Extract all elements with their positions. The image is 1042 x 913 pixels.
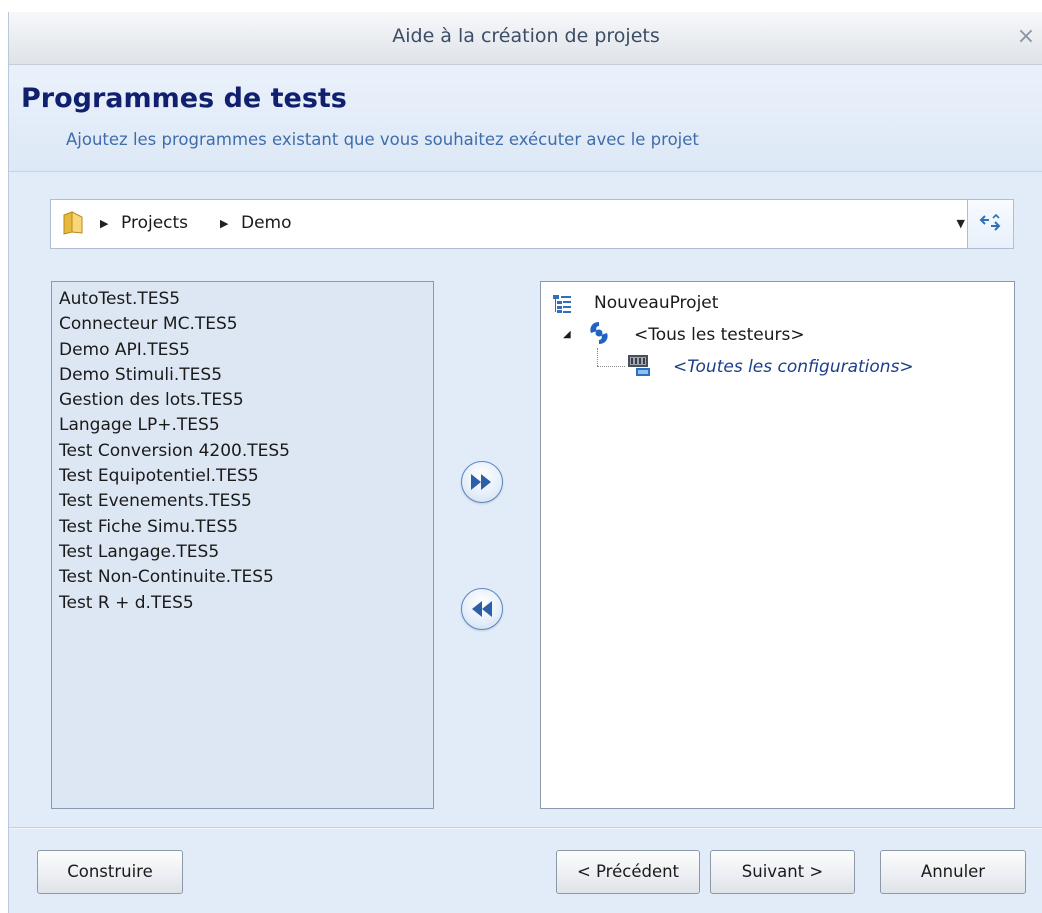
tree-node-configuration[interactable]: <Toutes les configurations> xyxy=(673,354,914,380)
configuration-icon xyxy=(628,355,650,376)
breadcrumb-projects[interactable]: Projects xyxy=(121,213,188,233)
project-tree[interactable]: NouveauProjet ◢ <Tous les testeurs> <Tou… xyxy=(540,281,1015,809)
folder-icon xyxy=(63,211,83,235)
title-bar: Aide à la création de projets × xyxy=(9,12,1042,65)
build-button[interactable]: Construire xyxy=(37,850,183,894)
breadcrumb-separator-icon: ▶ xyxy=(100,217,109,230)
tree-connector xyxy=(597,348,599,366)
tree-connector xyxy=(597,366,625,368)
previous-button[interactable]: < Précédent xyxy=(556,850,700,894)
fast-forward-icon xyxy=(471,474,491,490)
list-item[interactable]: Test Conversion 4200.TES5 xyxy=(52,439,433,464)
tester-icon xyxy=(590,322,608,344)
refresh-button[interactable] xyxy=(967,200,1013,248)
list-item[interactable]: Langage LP+.TES5 xyxy=(52,413,433,438)
list-item[interactable]: Test Non-Continuite.TES5 xyxy=(52,565,433,590)
footer-divider-highlight xyxy=(9,828,1042,829)
list-item[interactable]: Test R + d.TES5 xyxy=(52,591,433,616)
list-item[interactable]: Demo API.TES5 xyxy=(52,338,433,363)
list-item[interactable]: Gestion des lots.TES5 xyxy=(52,388,433,413)
breadcrumb-separator-icon: ▶ xyxy=(220,217,229,230)
list-item[interactable]: Connecteur MC.TES5 xyxy=(52,312,433,337)
list-item[interactable]: Demo Stimuli.TES5 xyxy=(52,363,433,388)
breadcrumb-demo[interactable]: Demo xyxy=(241,213,292,233)
close-icon[interactable]: × xyxy=(1013,24,1039,50)
list-item[interactable]: AutoTest.TES5 xyxy=(52,287,433,312)
cancel-button[interactable]: Annuler xyxy=(880,850,1026,894)
list-item[interactable]: Test Equipotentiel.TES5 xyxy=(52,464,433,489)
tree-icon xyxy=(553,295,571,313)
list-item[interactable]: Test Fiche Simu.TES5 xyxy=(52,515,433,540)
available-programs-list[interactable]: AutoTest.TES5 Connecteur MC.TES5 Demo AP… xyxy=(51,281,434,809)
folder-path-bar[interactable]: ▶ Projects ▶ Demo ▼ xyxy=(50,199,1014,249)
next-button[interactable]: Suivant > xyxy=(710,850,855,894)
list-item[interactable]: Test Evenements.TES5 xyxy=(52,489,433,514)
wizard-window: Aide à la création de projets × Programm… xyxy=(8,12,1042,913)
refresh-icon xyxy=(979,213,1001,231)
expand-arrow-icon[interactable]: ◢ xyxy=(563,322,571,348)
page-subtitle: Ajoutez les programmes existant que vous… xyxy=(66,130,699,149)
remove-program-button[interactable] xyxy=(461,588,503,630)
header-divider xyxy=(9,171,1042,172)
list-item[interactable]: Test Langage.TES5 xyxy=(52,540,433,565)
tree-node-tester[interactable]: <Tous les testeurs> xyxy=(634,322,805,348)
page-header: Programmes de tests Ajoutez les programm… xyxy=(9,65,1042,172)
tree-node-project[interactable]: NouveauProjet xyxy=(594,290,718,316)
page-title: Programmes de tests xyxy=(21,83,347,114)
chevron-down-icon[interactable]: ▼ xyxy=(957,217,965,230)
add-program-button[interactable] xyxy=(461,461,503,503)
rewind-icon xyxy=(472,601,492,617)
window-title: Aide à la création de projets xyxy=(392,25,660,47)
